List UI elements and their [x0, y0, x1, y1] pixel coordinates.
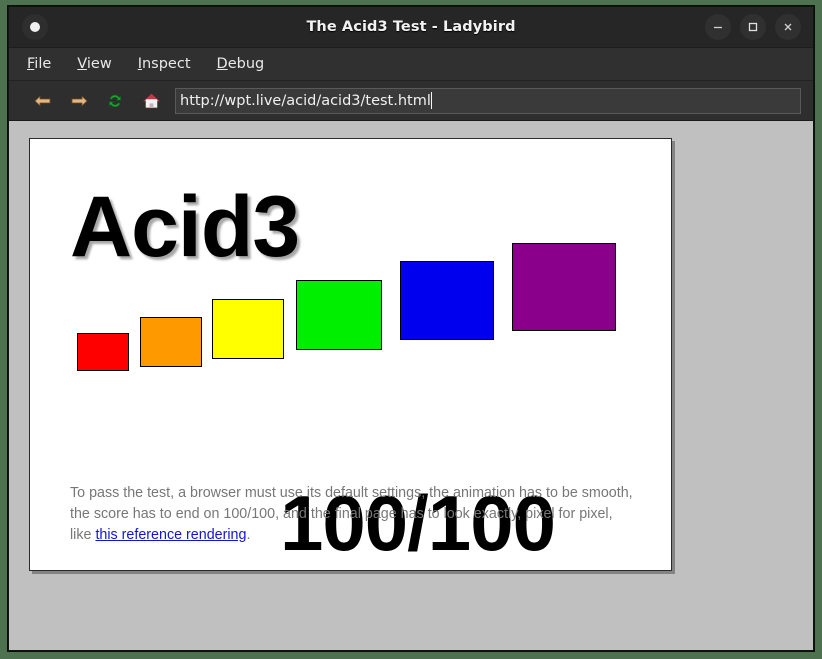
box-green: [296, 280, 382, 350]
url-bar[interactable]: http://wpt.live/acid/acid3/test.html: [175, 88, 801, 114]
acid3-heading: Acid3: [70, 184, 299, 270]
url-input[interactable]: http://wpt.live/acid/acid3/test.html: [180, 93, 431, 109]
reference-rendering-link[interactable]: this reference rendering: [95, 527, 246, 543]
menu-item-inspect[interactable]: Inspect: [138, 56, 191, 72]
arrow-left-icon: [33, 93, 53, 109]
minimize-icon: [712, 21, 724, 33]
arrow-right-icon: [69, 93, 89, 109]
box-orange: [140, 317, 202, 367]
home-button[interactable]: [133, 87, 169, 115]
menu-label: iew: [87, 56, 112, 72]
browser-window: The Acid3 Test - Ladybird: [8, 6, 814, 651]
forward-button[interactable]: [61, 87, 97, 115]
reload-button[interactable]: [97, 87, 133, 115]
home-icon: [142, 92, 161, 110]
acid3-description: To pass the test, a browser must use its…: [70, 483, 635, 546]
app-menu-button[interactable]: [22, 14, 48, 40]
text-caret: [431, 92, 432, 109]
minimize-button[interactable]: [705, 14, 731, 40]
close-button[interactable]: [775, 14, 801, 40]
navigation-toolbar: http://wpt.live/acid/acid3/test.html: [9, 80, 813, 120]
menu-item-file[interactable]: File: [27, 56, 51, 72]
menu-item-view[interactable]: View: [77, 56, 111, 72]
menu-mnemonic: V: [77, 56, 87, 72]
window-controls: [705, 14, 801, 40]
browser-viewport[interactable]: Acid3 100/100 To pass the test, a browse…: [9, 120, 813, 650]
box-yellow: [212, 299, 284, 359]
menu-mnemonic: D: [217, 56, 228, 72]
maximize-button[interactable]: [740, 14, 766, 40]
box-purple: [512, 243, 616, 331]
close-icon: [782, 21, 794, 33]
title-bar[interactable]: The Acid3 Test - Ladybird: [9, 7, 813, 47]
acid3-page: Acid3 100/100 To pass the test, a browse…: [29, 138, 672, 571]
menu-label: ile: [34, 56, 51, 72]
app-dot-icon: [30, 22, 40, 32]
desktop-background: The Acid3 Test - Ladybird: [0, 0, 822, 659]
description-text-after: .: [246, 527, 250, 543]
menu-label: nspect: [142, 56, 191, 72]
maximize-icon: [747, 21, 759, 33]
menu-bar: File View Inspect Debug: [9, 47, 813, 80]
menu-item-debug[interactable]: Debug: [217, 56, 265, 72]
box-blue: [400, 261, 494, 340]
box-red: [77, 333, 129, 371]
window-title: The Acid3 Test - Ladybird: [9, 19, 813, 35]
back-button[interactable]: [25, 87, 61, 115]
menu-label: ebug: [228, 56, 265, 72]
reload-icon: [106, 92, 124, 110]
